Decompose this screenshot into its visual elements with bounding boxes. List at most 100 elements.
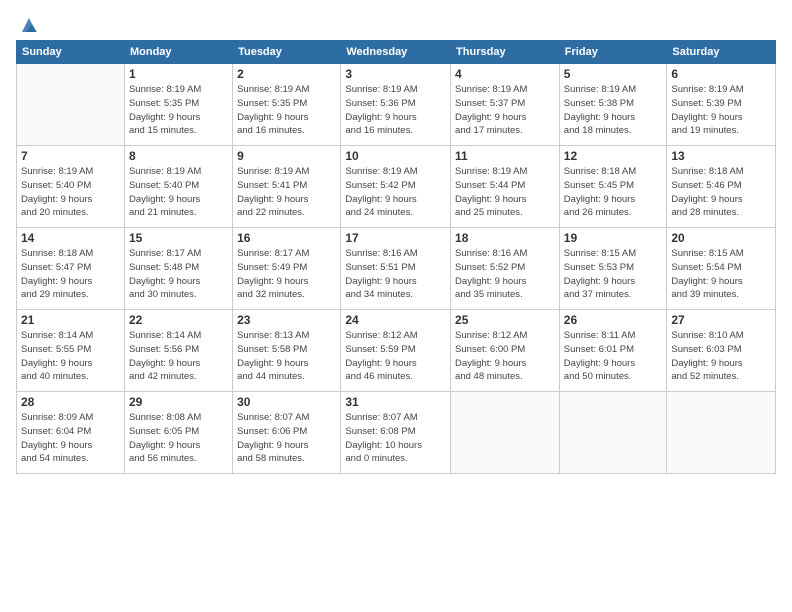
calendar-cell: 1 Sunrise: 8:19 AM Sunset: 5:35 PM Daylig… <box>124 64 232 146</box>
day-info: Sunrise: 8:15 AM Sunset: 5:53 PM Dayligh… <box>564 247 663 302</box>
logo-icon <box>18 14 40 36</box>
day-info: Sunrise: 8:16 AM Sunset: 5:52 PM Dayligh… <box>455 247 555 302</box>
day-info: Sunrise: 8:19 AM Sunset: 5:35 PM Dayligh… <box>237 83 336 138</box>
day-info: Sunrise: 8:19 AM Sunset: 5:36 PM Dayligh… <box>345 83 446 138</box>
calendar-cell: 4 Sunrise: 8:19 AM Sunset: 5:37 PM Daylig… <box>451 64 560 146</box>
calendar-cell: 9Sunrise: 8:19 AM Sunset: 5:41 PM Daylig… <box>233 146 341 228</box>
day-info: Sunrise: 8:07 AM Sunset: 6:08 PM Dayligh… <box>345 411 446 466</box>
day-number: 21 <box>21 313 120 327</box>
day-info: Sunrise: 8:19 AM Sunset: 5:35 PM Dayligh… <box>129 83 228 138</box>
day-number: 24 <box>345 313 446 327</box>
day-number: 28 <box>21 395 120 409</box>
calendar-cell <box>451 392 560 474</box>
day-info: Sunrise: 8:19 AM Sunset: 5:39 PM Dayligh… <box>671 83 771 138</box>
day-number: 12 <box>564 149 663 163</box>
weekday-thursday: Thursday <box>451 41 560 64</box>
calendar-row: 28Sunrise: 8:09 AM Sunset: 6:04 PM Dayli… <box>17 392 776 474</box>
calendar-cell: 3 Sunrise: 8:19 AM Sunset: 5:36 PM Daylig… <box>341 64 451 146</box>
calendar-cell: 28Sunrise: 8:09 AM Sunset: 6:04 PM Dayli… <box>17 392 125 474</box>
day-info: Sunrise: 8:10 AM Sunset: 6:03 PM Dayligh… <box>671 329 771 384</box>
day-info: Sunrise: 8:18 AM Sunset: 5:47 PM Dayligh… <box>21 247 120 302</box>
day-info: Sunrise: 8:19 AM Sunset: 5:40 PM Dayligh… <box>21 165 120 220</box>
calendar-cell: 18 Sunrise: 8:16 AM Sunset: 5:52 PM Dayli… <box>451 228 560 310</box>
header <box>16 14 776 32</box>
day-info: Sunrise: 8:17 AM Sunset: 5:49 PM Dayligh… <box>237 247 336 302</box>
weekday-monday: Monday <box>124 41 232 64</box>
calendar-cell: 17 Sunrise: 8:16 AM Sunset: 5:51 PM Dayli… <box>341 228 451 310</box>
calendar-row: 1 Sunrise: 8:19 AM Sunset: 5:35 PM Daylig… <box>17 64 776 146</box>
calendar-cell: 24 Sunrise: 8:12 AM Sunset: 5:59 PM Dayli… <box>341 310 451 392</box>
calendar-cell: 13 Sunrise: 8:18 AM Sunset: 5:46 PM Dayli… <box>667 146 776 228</box>
day-number: 25 <box>455 313 555 327</box>
calendar-cell: 12 Sunrise: 8:18 AM Sunset: 5:45 PM Dayli… <box>559 146 667 228</box>
day-info: Sunrise: 8:12 AM Sunset: 5:59 PM Dayligh… <box>345 329 446 384</box>
day-number: 18 <box>455 231 555 245</box>
calendar-cell: 15 Sunrise: 8:17 AM Sunset: 5:48 PM Dayli… <box>124 228 232 310</box>
calendar-cell: 16 Sunrise: 8:17 AM Sunset: 5:49 PM Dayli… <box>233 228 341 310</box>
calendar-cell <box>667 392 776 474</box>
day-number: 15 <box>129 231 228 245</box>
day-info: Sunrise: 8:19 AM Sunset: 5:44 PM Dayligh… <box>455 165 555 220</box>
calendar-cell: 19 Sunrise: 8:15 AM Sunset: 5:53 PM Dayli… <box>559 228 667 310</box>
weekday-header-row: SundayMondayTuesdayWednesdayThursdayFrid… <box>17 41 776 64</box>
calendar-cell: 11Sunrise: 8:19 AM Sunset: 5:44 PM Dayli… <box>451 146 560 228</box>
calendar-cell: 21 Sunrise: 8:14 AM Sunset: 5:55 PM Dayli… <box>17 310 125 392</box>
day-number: 3 <box>345 67 446 81</box>
day-info: Sunrise: 8:13 AM Sunset: 5:58 PM Dayligh… <box>237 329 336 384</box>
day-info: Sunrise: 8:17 AM Sunset: 5:48 PM Dayligh… <box>129 247 228 302</box>
day-number: 19 <box>564 231 663 245</box>
day-info: Sunrise: 8:15 AM Sunset: 5:54 PM Dayligh… <box>671 247 771 302</box>
calendar-cell <box>17 64 125 146</box>
day-number: 20 <box>671 231 771 245</box>
calendar-row: 7 Sunrise: 8:19 AM Sunset: 5:40 PM Daylig… <box>17 146 776 228</box>
calendar-row: 21 Sunrise: 8:14 AM Sunset: 5:55 PM Dayli… <box>17 310 776 392</box>
calendar-cell: 22Sunrise: 8:14 AM Sunset: 5:56 PM Dayli… <box>124 310 232 392</box>
day-number: 7 <box>21 149 120 163</box>
day-info: Sunrise: 8:14 AM Sunset: 5:55 PM Dayligh… <box>21 329 120 384</box>
day-info: Sunrise: 8:18 AM Sunset: 5:45 PM Dayligh… <box>564 165 663 220</box>
day-info: Sunrise: 8:08 AM Sunset: 6:05 PM Dayligh… <box>129 411 228 466</box>
day-number: 22 <box>129 313 228 327</box>
weekday-sunday: Sunday <box>17 41 125 64</box>
calendar-cell: 23 Sunrise: 8:13 AM Sunset: 5:58 PM Dayli… <box>233 310 341 392</box>
day-number: 5 <box>564 67 663 81</box>
day-info: Sunrise: 8:18 AM Sunset: 5:46 PM Dayligh… <box>671 165 771 220</box>
day-number: 30 <box>237 395 336 409</box>
day-info: Sunrise: 8:19 AM Sunset: 5:37 PM Dayligh… <box>455 83 555 138</box>
day-number: 4 <box>455 67 555 81</box>
day-info: Sunrise: 8:19 AM Sunset: 5:41 PM Dayligh… <box>237 165 336 220</box>
day-number: 14 <box>21 231 120 245</box>
day-number: 26 <box>564 313 663 327</box>
day-number: 16 <box>237 231 336 245</box>
calendar-cell: 10Sunrise: 8:19 AM Sunset: 5:42 PM Dayli… <box>341 146 451 228</box>
calendar-cell: 20 Sunrise: 8:15 AM Sunset: 5:54 PM Dayli… <box>667 228 776 310</box>
day-number: 23 <box>237 313 336 327</box>
day-number: 17 <box>345 231 446 245</box>
day-number: 29 <box>129 395 228 409</box>
calendar-cell: 27Sunrise: 8:10 AM Sunset: 6:03 PM Dayli… <box>667 310 776 392</box>
calendar-cell: 6 Sunrise: 8:19 AM Sunset: 5:39 PM Daylig… <box>667 64 776 146</box>
day-number: 13 <box>671 149 771 163</box>
day-info: Sunrise: 8:11 AM Sunset: 6:01 PM Dayligh… <box>564 329 663 384</box>
day-number: 10 <box>345 149 446 163</box>
day-info: Sunrise: 8:16 AM Sunset: 5:51 PM Dayligh… <box>345 247 446 302</box>
calendar-cell: 26 Sunrise: 8:11 AM Sunset: 6:01 PM Dayli… <box>559 310 667 392</box>
calendar-cell <box>559 392 667 474</box>
day-info: Sunrise: 8:19 AM Sunset: 5:40 PM Dayligh… <box>129 165 228 220</box>
day-number: 6 <box>671 67 771 81</box>
calendar-table: SundayMondayTuesdayWednesdayThursdayFrid… <box>16 40 776 474</box>
calendar-cell: 29 Sunrise: 8:08 AM Sunset: 6:05 PM Dayli… <box>124 392 232 474</box>
page: SundayMondayTuesdayWednesdayThursdayFrid… <box>0 0 792 612</box>
calendar-cell: 8Sunrise: 8:19 AM Sunset: 5:40 PM Daylig… <box>124 146 232 228</box>
weekday-friday: Friday <box>559 41 667 64</box>
day-number: 31 <box>345 395 446 409</box>
calendar-cell: 25 Sunrise: 8:12 AM Sunset: 6:00 PM Dayli… <box>451 310 560 392</box>
day-info: Sunrise: 8:19 AM Sunset: 5:38 PM Dayligh… <box>564 83 663 138</box>
day-info: Sunrise: 8:12 AM Sunset: 6:00 PM Dayligh… <box>455 329 555 384</box>
weekday-saturday: Saturday <box>667 41 776 64</box>
calendar-cell: 31 Sunrise: 8:07 AM Sunset: 6:08 PM Dayli… <box>341 392 451 474</box>
calendar-cell: 5 Sunrise: 8:19 AM Sunset: 5:38 PM Daylig… <box>559 64 667 146</box>
weekday-tuesday: Tuesday <box>233 41 341 64</box>
calendar-row: 14 Sunrise: 8:18 AM Sunset: 5:47 PM Dayli… <box>17 228 776 310</box>
day-number: 1 <box>129 67 228 81</box>
